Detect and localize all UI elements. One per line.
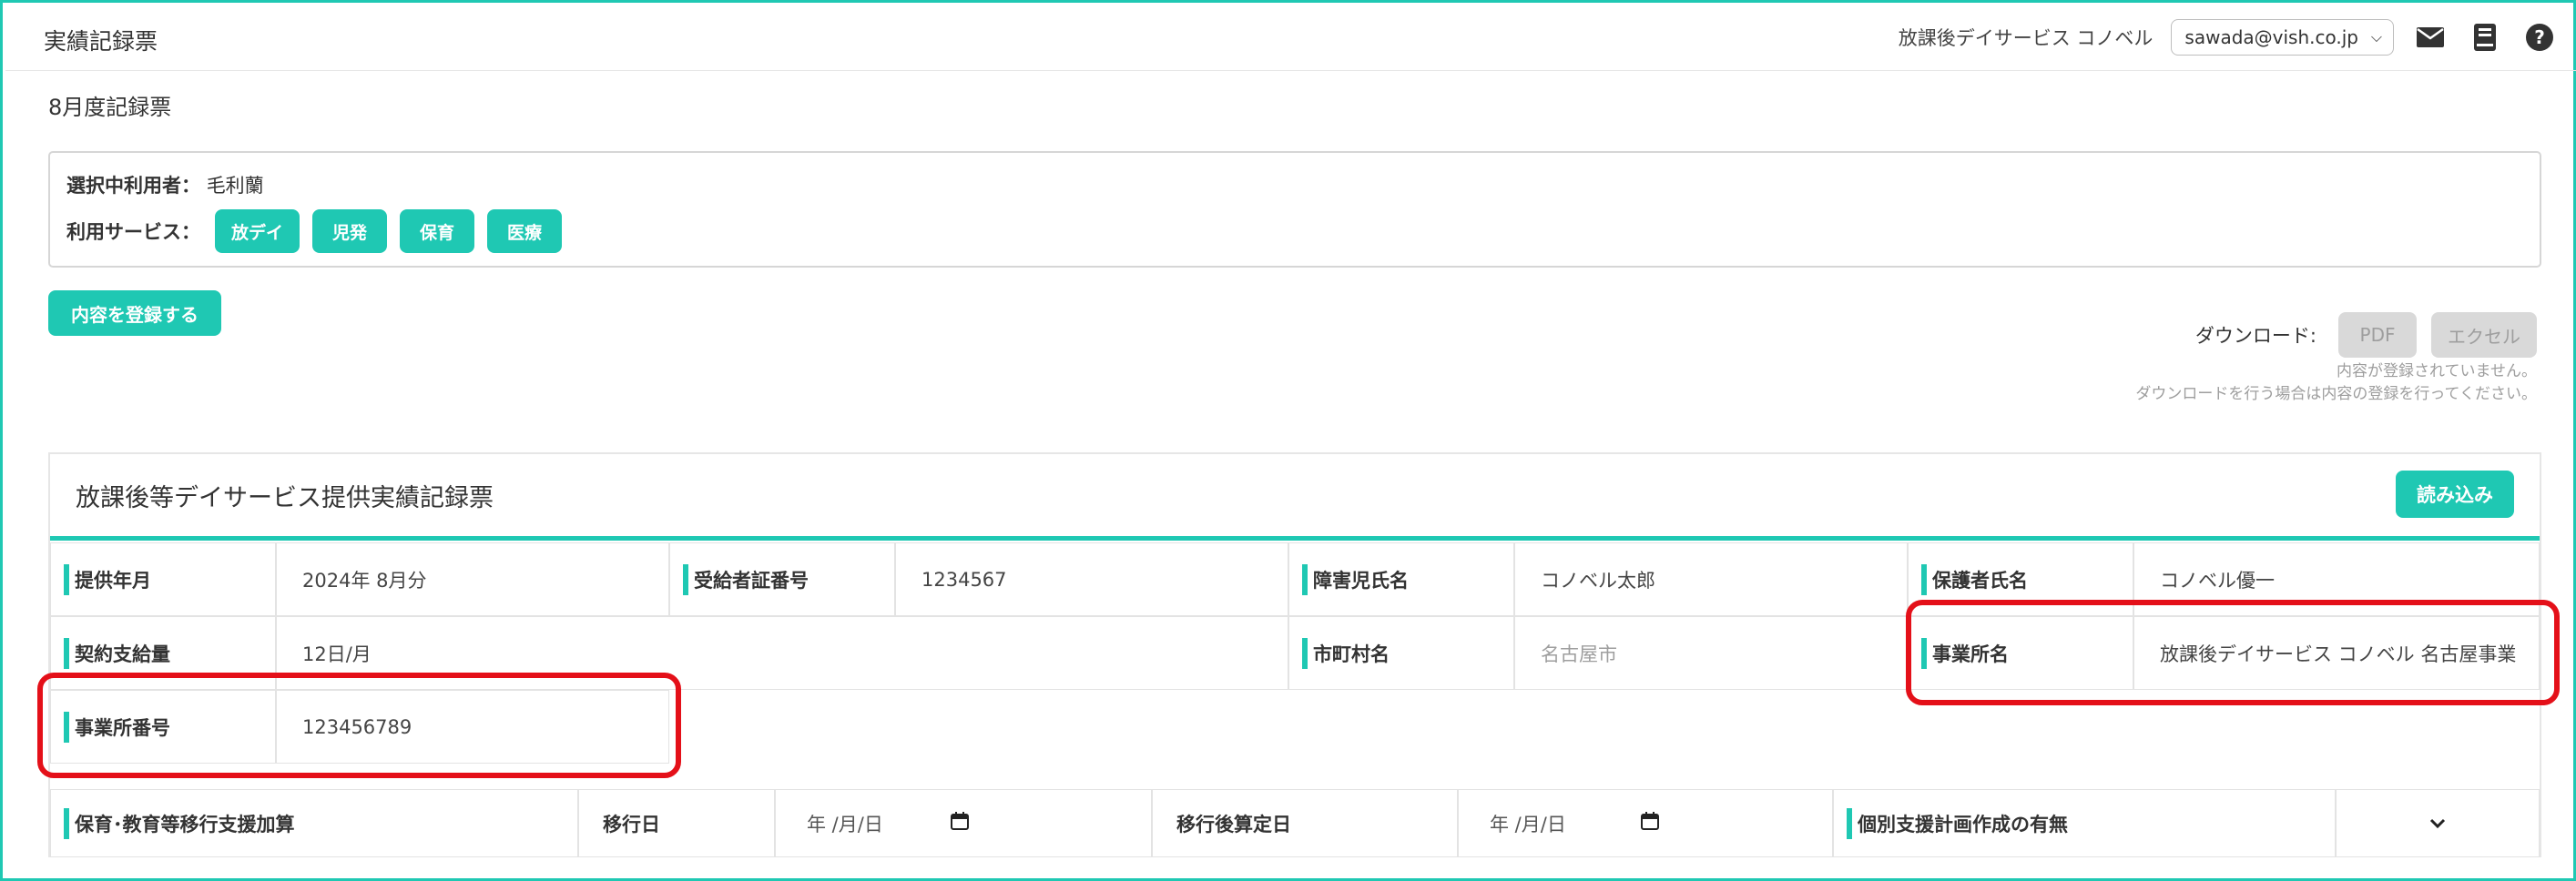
field-year-month-value: 2024年 8月分 bbox=[302, 569, 427, 592]
user-account-select[interactable]: sawada@vish.co.jp ⌵ bbox=[2171, 19, 2394, 56]
selected-user-panel: 選択中利用者： 毛利蘭 利用サービス： 放デイ 児発 保育 医療 bbox=[48, 151, 2541, 268]
sheet-title: 放課後等デイサービス提供実績記録票 bbox=[76, 484, 494, 512]
field-child-name-value: コノベル太郎 bbox=[1541, 569, 1655, 592]
load-button[interactable]: 読み込み bbox=[2396, 471, 2514, 518]
download-excel-button[interactable]: エクセル bbox=[2431, 312, 2537, 358]
field-year-month-value-cell[interactable]: 2024年 8月分 bbox=[276, 542, 669, 616]
download-label: ダウンロード: bbox=[2194, 325, 2316, 347]
field-contract-value: 12日/月 bbox=[302, 643, 372, 665]
download-panel: ダウンロード: PDF エクセル 内容が登録されていません。 ダウンロードを行う… bbox=[2135, 312, 2537, 406]
post-calc-date-input[interactable]: 年 /月/日 bbox=[1458, 789, 1833, 857]
transition-date-input[interactable]: 年 /月/日 bbox=[775, 789, 1152, 857]
services-row: 利用サービス： 放デイ 児発 保育 医療 bbox=[66, 209, 563, 253]
field-guardian-label: 保護者氏名 bbox=[1909, 563, 2028, 595]
field-transition-date-label-cell: 移行日 bbox=[578, 789, 775, 857]
header-right: 放課後デイサービス コノベル sawada@vish.co.jp ⌵ ? bbox=[1899, 17, 2558, 57]
chevron-down-icon bbox=[2429, 812, 2446, 835]
service-button-iryo[interactable]: 医療 bbox=[487, 209, 563, 253]
help-icon[interactable]: ? bbox=[2521, 19, 2558, 56]
field-city-value: 名古屋市 bbox=[1541, 643, 1617, 665]
selected-user-label: 選択中利用者： bbox=[66, 175, 200, 197]
download-row: ダウンロード: PDF エクセル bbox=[2135, 312, 2537, 358]
facility-name: 放課後デイサービス コノベル bbox=[1898, 27, 2153, 49]
app-header: 実績記録票 放課後デイサービス コノベル sawada@vish.co.jp ⌵… bbox=[5, 5, 2576, 71]
services-label: 利用サービス： bbox=[66, 221, 200, 243]
user-email: sawada@vish.co.jp bbox=[2184, 26, 2358, 48]
calendar-icon[interactable] bbox=[951, 812, 969, 835]
highlight-office-name bbox=[1906, 600, 2560, 705]
book-icon[interactable] bbox=[2467, 19, 2503, 56]
service-button-jihatsu[interactable]: 児発 bbox=[312, 209, 388, 253]
field-plan-label-cell: 個別支援計画作成の有無 bbox=[1833, 789, 2336, 857]
field-city-label-cell: 市町村名 bbox=[1288, 616, 1514, 690]
svg-text:?: ? bbox=[2534, 26, 2545, 48]
download-pdf-button[interactable]: PDF bbox=[2338, 312, 2417, 358]
field-child-name-value-cell[interactable]: コノベル太郎 bbox=[1514, 542, 1908, 616]
selected-user-value: 毛利蘭 bbox=[206, 175, 264, 197]
plan-select[interactable] bbox=[2336, 789, 2540, 857]
field-transition-date-label: 移行日 bbox=[603, 813, 660, 835]
calendar-icon[interactable] bbox=[1641, 812, 1659, 835]
transition-date-placeholder: 年 /月/日 bbox=[807, 813, 883, 835]
field-recipient-no-label: 受給者証番号 bbox=[670, 563, 809, 595]
page-subtitle: 8月度記録票 bbox=[48, 95, 172, 120]
post-calc-date-field: 年 /月/日 bbox=[1459, 810, 1832, 837]
field-contract-label: 契約支給量 bbox=[51, 637, 170, 669]
highlight-office-number bbox=[37, 673, 681, 778]
transition-date-field: 年 /月/日 bbox=[776, 810, 1151, 837]
sheet-divider bbox=[50, 536, 2540, 541]
chevron-down-icon: ⌵ bbox=[2370, 28, 2382, 46]
selected-user-row: 選択中利用者： 毛利蘭 bbox=[66, 171, 264, 198]
field-year-month-label-cell: 提供年月 bbox=[50, 542, 276, 616]
field-recipient-no-value-cell[interactable]: 1234567 bbox=[895, 542, 1288, 616]
register-content-button[interactable]: 内容を登録する bbox=[48, 290, 221, 336]
field-city-label: 市町村名 bbox=[1289, 637, 1390, 669]
field-child-name-label-cell: 障害児氏名 bbox=[1288, 542, 1514, 616]
field-plan-label: 個別支援計画作成の有無 bbox=[1834, 807, 2068, 839]
download-note-line2: ダウンロードを行う場合は内容の登録を行ってください。 bbox=[2135, 385, 2537, 403]
service-button-hoiku[interactable]: 保育 bbox=[400, 209, 475, 253]
field-post-calc-label-cell: 移行後算定日 bbox=[1152, 789, 1458, 857]
field-year-month-label: 提供年月 bbox=[51, 563, 151, 595]
service-button-houday[interactable]: 放デイ bbox=[215, 209, 300, 253]
field-child-name-label: 障害児氏名 bbox=[1289, 563, 1409, 595]
app-frame: 実績記録票 放課後デイサービス コノベル sawada@vish.co.jp ⌵… bbox=[0, 0, 2576, 881]
field-post-calc-label: 移行後算定日 bbox=[1176, 813, 1291, 835]
field-transition-label-cell: 保育･教育等移行支援加算 bbox=[50, 789, 578, 857]
mail-icon[interactable] bbox=[2412, 19, 2449, 56]
field-city-value-cell[interactable]: 名古屋市 bbox=[1514, 616, 1908, 690]
field-transition-label: 保育･教育等移行支援加算 bbox=[51, 807, 295, 839]
field-recipient-no-value: 1234567 bbox=[921, 568, 1007, 591]
field-guardian-value: コノベル優一 bbox=[2160, 569, 2275, 592]
field-recipient-no-label-cell: 受給者証番号 bbox=[669, 542, 895, 616]
app-title: 実績記録票 bbox=[44, 28, 158, 55]
download-note-line1: 内容が登録されていません。 bbox=[2337, 362, 2537, 380]
post-calc-date-placeholder: 年 /月/日 bbox=[1490, 813, 1566, 835]
